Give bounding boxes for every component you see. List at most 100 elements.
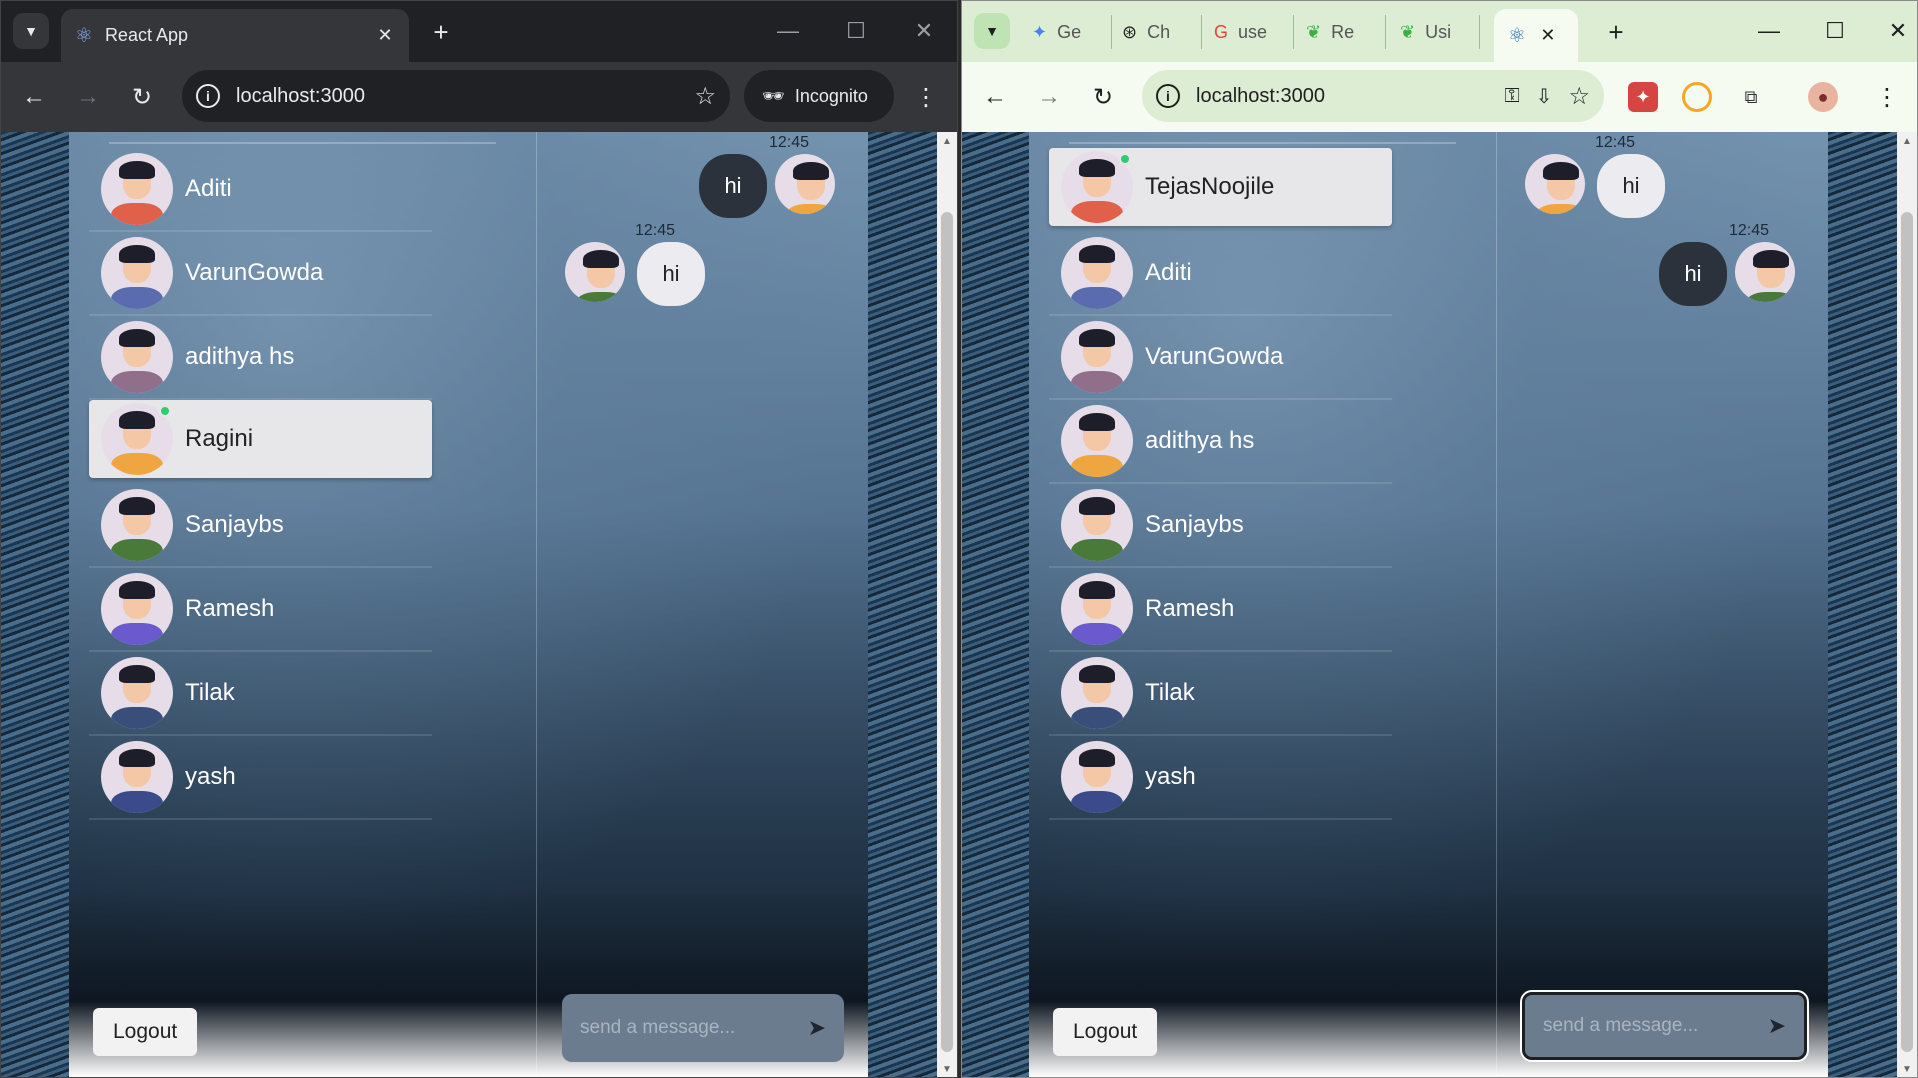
contact-item[interactable]: Ramesh — [1049, 568, 1392, 652]
extensions-puzzle-icon[interactable]: ⧉ — [1736, 82, 1766, 112]
contact-item[interactable]: TejasNoojile — [1049, 148, 1392, 226]
close-window-button[interactable]: ✕ — [903, 13, 945, 49]
contact-name: VarunGowda — [185, 259, 324, 286]
contact-item[interactable]: Tilak — [1049, 652, 1392, 736]
tab-label: use — [1238, 21, 1268, 42]
avatar — [1061, 489, 1133, 561]
browser-tab[interactable]: Guse — [1206, 15, 1294, 49]
browser-menu-button[interactable]: ⋮ — [909, 80, 943, 114]
tab-react-app[interactable]: ⚛ React App ✕ — [61, 9, 409, 62]
scrollbar-thumb[interactable] — [941, 212, 953, 1052]
site-info-icon[interactable]: i — [196, 84, 220, 108]
logout-button[interactable]: Logout — [1053, 1008, 1158, 1056]
close-tab-icon[interactable]: ✕ — [1538, 25, 1558, 46]
avatar-hair — [119, 497, 155, 515]
message-input[interactable]: send a message... ➤ — [562, 994, 844, 1062]
contact-item[interactable]: adithya hs — [1049, 400, 1392, 484]
contact-item[interactable]: Ramesh — [89, 568, 432, 652]
bookmark-star-icon[interactable]: ☆ — [694, 82, 716, 111]
browser-tab[interactable]: ❦ Re — [1298, 15, 1386, 49]
contact-item[interactable]: VarunGowda — [89, 232, 432, 316]
scroll-up-icon[interactable]: ▲ — [1897, 136, 1917, 147]
browser-tab[interactable]: ❦ Usi — [1392, 15, 1480, 49]
chevron-down-icon: ▼ — [985, 23, 999, 39]
avatar-wrapper — [101, 573, 173, 645]
minimize-button[interactable]: — — [767, 13, 809, 49]
avatar-wrapper — [101, 153, 173, 225]
browser-window: ▼ ✦ Ge ⊛ Ch Guse ❦ Re ❦ Usi ⚛ ✕ + — ☐ ✕ ← → ↻ i … — [961, 0, 1918, 1078]
avatar-body — [1071, 287, 1123, 309]
chevron-down-icon: ▼ — [24, 23, 38, 39]
tab-search-button[interactable]: ▼ — [974, 13, 1010, 49]
avatar-hair — [583, 250, 619, 268]
scroll-up-icon[interactable]: ▲ — [937, 136, 957, 147]
forward-button[interactable]: → — [1032, 80, 1066, 114]
site-info-icon[interactable]: i — [1156, 84, 1180, 108]
minimize-button[interactable]: — — [1748, 13, 1790, 49]
contact-name: Tilak — [185, 679, 235, 706]
message-input[interactable]: send a message... ➤ — [1522, 992, 1807, 1060]
password-key-icon[interactable]: ⚿ — [1504, 85, 1519, 108]
back-button[interactable]: ← — [17, 80, 51, 114]
incognito-badge[interactable]: 🕶 Incognito — [744, 70, 894, 122]
logout-button[interactable]: Logout — [93, 1008, 198, 1056]
forward-button[interactable]: → — [71, 80, 105, 114]
tab-react-app[interactable]: ⚛ ✕ — [1494, 9, 1578, 62]
avatar-body — [111, 623, 163, 645]
avatar — [1061, 405, 1133, 477]
contact-item[interactable]: yash — [89, 736, 432, 820]
scroll-down-icon[interactable]: ▼ — [937, 1064, 957, 1075]
close-window-button[interactable]: ✕ — [1882, 13, 1914, 49]
install-app-icon[interactable]: ⇩ — [1536, 84, 1553, 109]
background-texture-right — [1828, 132, 1898, 1077]
avatar-hair — [119, 749, 155, 767]
gemini-icon: ✦ — [1032, 21, 1048, 42]
avatar — [101, 657, 173, 729]
avatar-wrapper — [1061, 237, 1133, 309]
avatar-hair — [1079, 665, 1115, 683]
kebab-menu-icon: ⋮ — [1875, 83, 1899, 111]
address-bar[interactable]: i localhost:3000 ☆ — [182, 70, 730, 122]
browser-tab[interactable]: ✦ Ge — [1024, 15, 1112, 49]
reload-button[interactable]: ↻ — [125, 80, 159, 114]
contact-item[interactable]: Sanjaybs — [1049, 484, 1392, 568]
bookmark-star-icon[interactable]: ☆ — [1568, 82, 1590, 111]
profile-avatar-icon[interactable]: ● — [1808, 82, 1838, 112]
close-tab-icon[interactable]: ✕ — [375, 25, 395, 46]
contact-name: TejasNoojile — [1145, 173, 1275, 200]
browser-menu-button[interactable]: ⋮ — [1870, 80, 1904, 114]
contact-item[interactable]: Sanjaybs — [89, 484, 432, 568]
contact-item[interactable]: yash — [1049, 736, 1392, 820]
new-tab-button[interactable]: + — [1600, 17, 1632, 48]
new-tab-button[interactable]: + — [425, 17, 457, 48]
contact-item[interactable]: Aditi — [89, 148, 432, 232]
scrollbar-thumb[interactable] — [1901, 212, 1913, 1052]
avatar-wrapper — [1061, 489, 1133, 561]
message-bubble: hi — [637, 242, 705, 306]
contact-item[interactable]: Tilak — [89, 652, 432, 736]
contact-item[interactable]: Aditi — [1049, 232, 1392, 316]
contact-item[interactable]: VarunGowda — [1049, 316, 1392, 400]
contact-item[interactable]: adithya hs — [89, 316, 432, 400]
reload-icon: ↻ — [131, 83, 153, 111]
incognito-browser-window: ▼ ⚛ React App ✕ + — ☐ ✕ ← → ↻ i localhos… — [0, 0, 958, 1078]
contact-item[interactable]: Ragini — [89, 400, 432, 478]
arrow-left-icon: ← — [22, 83, 46, 110]
back-button[interactable]: ← — [978, 80, 1012, 114]
tab-search-button[interactable]: ▼ — [13, 13, 49, 49]
send-icon[interactable]: ➤ — [1768, 1013, 1786, 1039]
avatar-wrapper — [1061, 573, 1133, 645]
avatar-body — [111, 791, 163, 813]
reload-button[interactable]: ↻ — [1086, 80, 1120, 114]
message-placeholder: send a message... — [1543, 1015, 1699, 1036]
send-icon[interactable]: ➤ — [808, 1015, 826, 1041]
address-bar[interactable]: i localhost:3000 ⚿ ⇩ ☆ — [1142, 70, 1604, 122]
extension-ring-icon[interactable] — [1682, 82, 1712, 112]
scroll-down-icon[interactable]: ▼ — [1897, 1064, 1917, 1075]
browser-tab[interactable]: ⊛ Ch — [1114, 15, 1202, 49]
extension-red-icon[interactable]: ✦ — [1628, 82, 1658, 112]
maximize-button[interactable]: ☐ — [835, 13, 877, 49]
maximize-button[interactable]: ☐ — [1814, 13, 1856, 49]
scrollbar[interactable]: ▲ ▼ — [1897, 132, 1917, 1077]
scrollbar[interactable]: ▲ ▼ — [937, 132, 957, 1077]
